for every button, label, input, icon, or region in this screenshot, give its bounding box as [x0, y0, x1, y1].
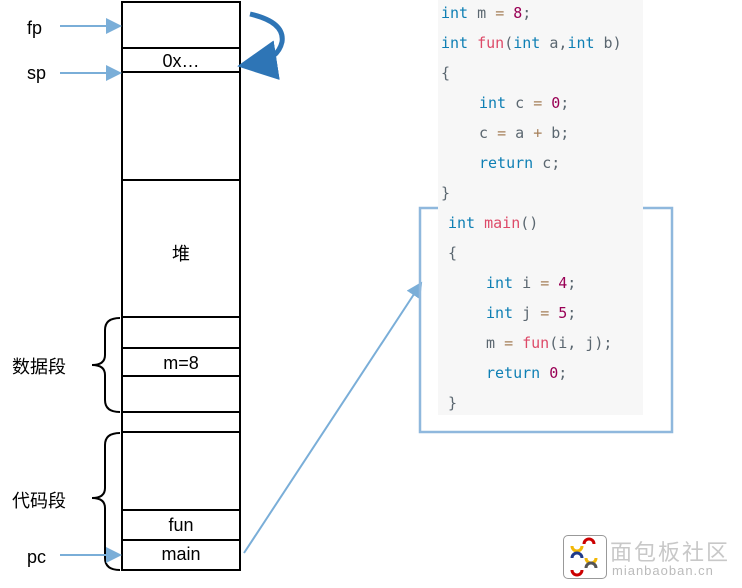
code-token: 8 — [504, 4, 523, 22]
code-token: 0 — [540, 364, 559, 382]
code-token: 0 — [542, 94, 561, 112]
code-line: } — [448, 394, 457, 412]
code-token: fun — [477, 34, 505, 52]
code-token: } — [441, 184, 451, 202]
sp-label: sp — [27, 63, 47, 83]
code-token: ; — [522, 4, 532, 22]
code-line: return c; — [479, 154, 560, 172]
code-token: b; — [542, 124, 570, 142]
code-line: int i = 4; — [486, 274, 576, 292]
heap-cell: 堆 — [172, 244, 190, 264]
code-token: (int a,int b) — [504, 34, 622, 52]
data-segment-label: 数据段 — [12, 357, 66, 377]
code-token: = — [540, 304, 550, 322]
code-token: return — [479, 154, 534, 172]
code-token: ; — [560, 94, 570, 112]
memory-column — [121, 1, 241, 571]
code-token: i — [513, 274, 541, 292]
watermark-logo — [563, 535, 607, 579]
code-line: int fun(int a,int b) — [441, 34, 622, 52]
code-token: a — [506, 124, 534, 142]
code-line: int c = 0; — [479, 94, 569, 112]
code-token: { — [441, 64, 451, 82]
code-token: int — [486, 304, 514, 322]
code-token: c — [506, 94, 534, 112]
code-line: int m = 8; — [441, 4, 531, 22]
code-line: { — [441, 64, 450, 82]
code-token: int — [448, 214, 476, 232]
sp-cell: 0x… — [162, 51, 200, 71]
code-token: int — [441, 34, 469, 52]
code-line: { — [448, 244, 457, 262]
code-line: int j = 5; — [486, 304, 576, 322]
pc-label: pc — [27, 547, 47, 567]
code-line: } — [441, 184, 450, 202]
segment-braces — [91, 317, 121, 571]
code-token: j — [513, 304, 541, 322]
code-token: ; — [567, 304, 577, 322]
code-line: int main() — [448, 214, 538, 232]
code-token: () — [520, 214, 539, 232]
code-token: return — [486, 364, 541, 382]
main-cell: main — [161, 544, 201, 564]
code-token: m — [468, 4, 496, 22]
code-line: c = a + b; — [479, 124, 569, 142]
code-token: ; — [567, 274, 577, 292]
code-token: } — [448, 394, 458, 412]
m-cell: m=8 — [163, 353, 199, 373]
code-token: int — [486, 274, 514, 292]
code-token: fun — [522, 334, 550, 352]
code-token: (i, j); — [549, 334, 613, 352]
code-line: return 0; — [486, 364, 567, 382]
code-token: ; — [558, 364, 568, 382]
code-token: = — [497, 124, 507, 142]
fp-label: fp — [27, 18, 43, 38]
code-block — [438, 0, 643, 415]
code-token: = — [495, 4, 505, 22]
code-token: m — [486, 334, 505, 352]
code-segment-label: 代码段 — [12, 491, 66, 511]
return-curve-arrow — [237, 11, 285, 80]
fun-cell: fun — [168, 515, 194, 535]
code-token: = — [533, 94, 543, 112]
code-token: 4 — [549, 274, 568, 292]
watermark-en: mianbaoban.cn — [612, 563, 714, 578]
code-token: c — [479, 124, 498, 142]
code-token: = — [540, 274, 550, 292]
code-line: m = fun(i, j); — [486, 334, 612, 352]
code-token: = — [504, 334, 514, 352]
code-token: + — [533, 124, 543, 142]
code-token: c; — [533, 154, 561, 172]
code-token: { — [448, 244, 458, 262]
code-token: main — [484, 214, 521, 232]
code-token: int — [441, 4, 469, 22]
code-token: int — [479, 94, 507, 112]
code-token: 5 — [549, 304, 568, 322]
